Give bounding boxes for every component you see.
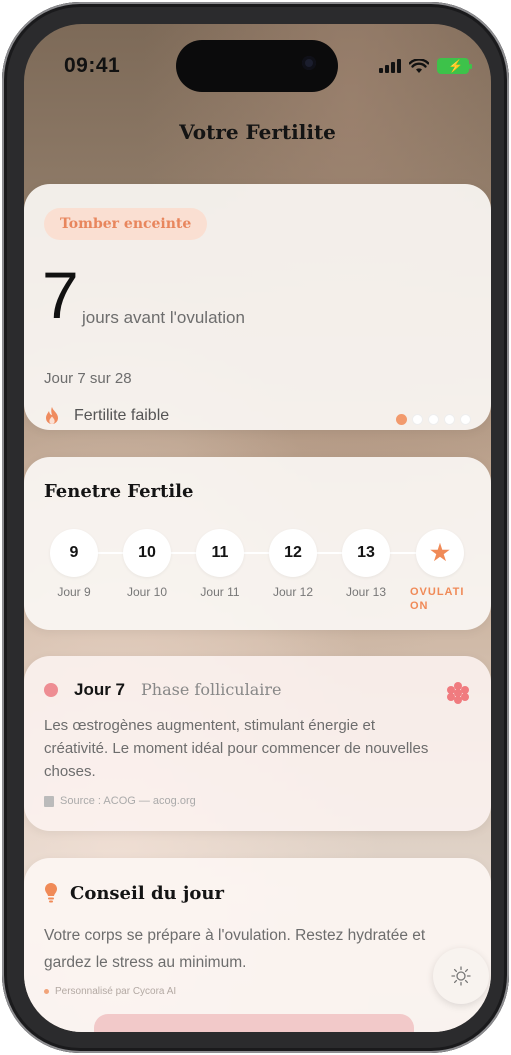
day-label: Jour 13	[345, 585, 387, 599]
camera-icon	[302, 56, 316, 70]
day-label: Jour 11	[200, 585, 240, 599]
ai-note: Personnalisé par Cycora AI	[44, 986, 176, 997]
phase-name: Phase folliculaire	[141, 680, 282, 699]
theme-toggle-button[interactable]	[433, 948, 489, 1004]
dynamic-island	[176, 40, 338, 92]
phase-card[interactable]: Jour 7 Phase folliculaire Les œstrogènes…	[24, 656, 491, 831]
book-icon	[44, 795, 54, 807]
phone-frame: 09:41 ⚡ Votre Fertilite Tomber enceinte …	[2, 2, 509, 1053]
tip-title: Conseil du jour	[70, 882, 224, 904]
bottom-peek-card	[94, 1014, 414, 1032]
phase-color-dot	[44, 683, 58, 697]
flame-icon	[46, 407, 58, 425]
day-circle: 9	[50, 529, 98, 577]
ai-dot-icon	[44, 989, 49, 994]
lightbulb-icon	[45, 883, 57, 903]
tip-card: Conseil du jour Votre corps se prépare à…	[24, 858, 491, 1032]
page-dot[interactable]	[428, 414, 439, 425]
cycle-day: Jour 7 sur 28	[44, 370, 132, 387]
page-dot[interactable]	[412, 414, 423, 425]
days-label: jours avant l'ovulation	[82, 308, 245, 327]
cycle-status-card[interactable]: Tomber enceinte 7 jours avant l'ovulatio…	[24, 184, 491, 430]
fertile-day-9[interactable]: 9 Jour 9	[48, 529, 100, 599]
fertility-level: Fertilite faible	[74, 407, 170, 424]
star-icon: ★	[416, 529, 464, 577]
cellular-signal-icon	[379, 59, 401, 73]
day-circle: 10	[123, 529, 171, 577]
day-circle: 11	[196, 529, 244, 577]
day-label: Jour 10	[126, 585, 168, 599]
tip-description: Votre corps se prépare à l'ovulation. Re…	[44, 927, 426, 971]
day-label: Jour 12	[272, 585, 314, 599]
status-icons: ⚡	[379, 58, 472, 74]
days-count: 7	[42, 258, 79, 332]
ovulation-label: OVULATI ON	[410, 586, 465, 612]
sun-icon	[451, 966, 471, 986]
wifi-icon	[409, 58, 429, 73]
page-dot[interactable]	[444, 414, 455, 425]
day-circle: 12	[269, 529, 317, 577]
status-time: 09:41	[64, 54, 121, 77]
fertility-row: Fertilite faible	[44, 406, 169, 426]
page-dot[interactable]	[396, 414, 407, 425]
fertile-day-10[interactable]: 10 Jour 10	[121, 529, 173, 599]
fertile-days-row: 9 Jour 9 10 Jour 10 11 Jour 11 12 Jour 1…	[48, 523, 468, 613]
page-dots[interactable]	[396, 414, 471, 425]
ovulation-day[interactable]: ★ OVULATI ON	[410, 529, 466, 613]
day-label: Jour 9	[57, 585, 91, 599]
page-title: Votre Fertilite	[179, 120, 336, 144]
source-text: Source : ACOG — acog.org	[60, 795, 196, 807]
phase-header: Jour 7 Phase folliculaire	[44, 680, 281, 700]
fertile-day-13[interactable]: 13 Jour 13	[340, 529, 392, 599]
fertile-day-11[interactable]: 11 Jour 11	[194, 529, 246, 599]
phase-day: Jour 7	[74, 680, 126, 699]
source-line[interactable]: Source : ACOG — acog.org	[44, 795, 196, 807]
flower-icon	[447, 682, 469, 704]
goal-badge[interactable]: Tomber enceinte	[44, 208, 208, 240]
battery-charging-icon: ⚡	[437, 58, 472, 74]
fertile-window-title: Fenetre Fertile	[44, 481, 194, 502]
fertile-day-12[interactable]: 12 Jour 12	[267, 529, 319, 599]
status-bar: 09:41 ⚡	[24, 40, 491, 92]
day-circle: 13	[342, 529, 390, 577]
phase-description: Les œstrogènes augmentent, stimulant éne…	[44, 717, 429, 780]
app-screen: 09:41 ⚡ Votre Fertilite Tomber enceinte …	[24, 24, 491, 1032]
tip-header: Conseil du jour	[44, 882, 224, 904]
ai-note-text: Personnalisé par Cycora AI	[55, 986, 177, 997]
page-dot[interactable]	[460, 414, 471, 425]
fertile-window-card: Fenetre Fertile 9 Jour 9 10 Jour 10 11 J…	[24, 457, 491, 630]
